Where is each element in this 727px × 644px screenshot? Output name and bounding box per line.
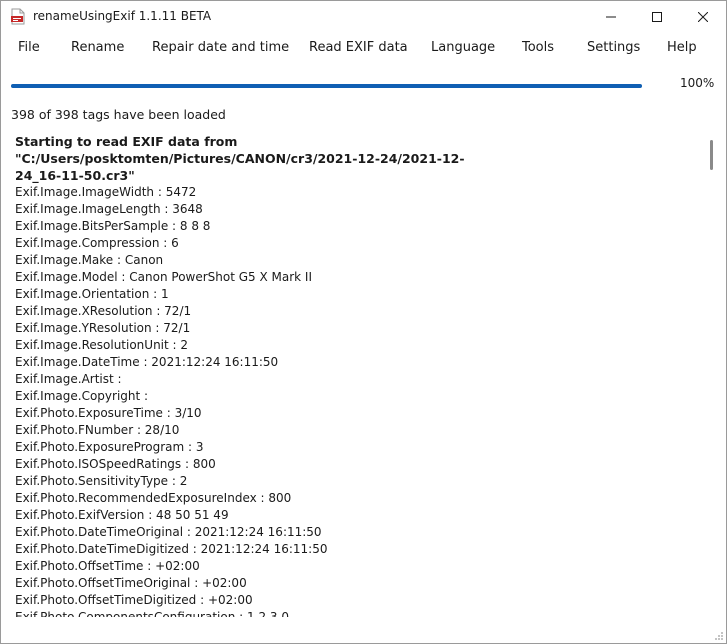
log-line: Exif.Photo.ExifVersion : 48 50 51 49 [15, 508, 229, 522]
menu-bar: File Rename Repair date and time Read EX… [1, 37, 726, 61]
menu-tools[interactable]: Tools [522, 40, 554, 55]
exif-log-area[interactable]: Starting to read EXIF data from "C:/User… [11, 127, 717, 617]
log-line: Exif.Photo.SensitivityType : 2 [15, 474, 188, 488]
log-line: Exif.Photo.ExposureProgram : 3 [15, 440, 204, 454]
log-line: Exif.Image.Make : Canon [15, 253, 164, 267]
log-line: Exif.Image.XResolution : 72/1 [15, 304, 192, 318]
status-text: 398 of 398 tags have been loaded [11, 107, 226, 122]
log-line: Exif.Photo.ExposureTime : 3/10 [15, 406, 202, 420]
menu-language[interactable]: Language [431, 40, 495, 55]
log-line: Exif.Image.Orientation : 1 [15, 287, 169, 301]
log-line: Exif.Image.BitsPerSample : 8 8 8 [15, 219, 211, 233]
log-line: Exif.Photo.FNumber : 28/10 [15, 423, 180, 437]
title-bar[interactable]: renameUsingExif 1.1.11 BETA [1, 1, 726, 33]
minimize-button[interactable] [588, 1, 634, 33]
exif-log-content: Starting to read EXIF data from "C:/User… [15, 133, 705, 617]
log-line: Exif.Image.ResolutionUnit : 2 [15, 338, 189, 352]
log-line: Exif.Image.DateTime : 2021:12:24 16:11:5… [15, 355, 279, 369]
log-line: Exif.Photo.OffsetTimeOriginal : +02:00 [15, 576, 247, 590]
log-line: Exif.Photo.RecommendedExposureIndex : 80… [15, 491, 292, 505]
progress-percent: 100% [680, 76, 715, 90]
log-line: Exif.Image.Artist : [15, 372, 122, 386]
resize-grip-icon[interactable] [714, 631, 724, 641]
log-line: Exif.Image.Model : Canon PowerShot G5 X … [15, 270, 313, 284]
log-line: Exif.Image.Copyright : [15, 389, 149, 403]
log-line: Exif.Photo.OffsetTime : +02:00 [15, 559, 200, 573]
log-line: Exif.Image.ImageWidth : 5472 [15, 185, 197, 199]
progress-bar [11, 84, 642, 88]
menu-rename[interactable]: Rename [71, 40, 124, 55]
menu-settings[interactable]: Settings [587, 40, 640, 55]
log-line: Exif.Image.ImageLength : 3648 [15, 202, 203, 216]
menu-file[interactable]: File [18, 40, 40, 55]
log-line: Exif.Photo.ComponentsConfiguration : 1 2… [15, 610, 289, 617]
log-line: Exif.Image.YResolution : 72/1 [15, 321, 191, 335]
log-line: Exif.Photo.DateTimeDigitized : 2021:12:2… [15, 542, 328, 556]
maximize-icon [652, 12, 662, 22]
log-header: Starting to read EXIF data from "C:/User… [15, 134, 465, 183]
progress-fill [11, 84, 642, 88]
log-line: Exif.Image.Compression : 6 [15, 236, 179, 250]
close-icon [698, 12, 708, 22]
log-line: Exif.Photo.ISOSpeedRatings : 800 [15, 457, 216, 471]
log-line: Exif.Photo.OffsetTimeDigitized : +02:00 [15, 593, 253, 607]
app-icon [11, 8, 25, 25]
log-line: Exif.Photo.DateTimeOriginal : 2021:12:24… [15, 525, 322, 539]
window-title: renameUsingExif 1.1.11 BETA [33, 9, 212, 23]
maximize-button[interactable] [634, 1, 680, 33]
menu-read-exif[interactable]: Read EXIF data [309, 40, 408, 55]
minimize-icon [606, 16, 616, 18]
menu-help[interactable]: Help [667, 40, 697, 55]
close-button[interactable] [680, 1, 726, 33]
menu-repair-date-time[interactable]: Repair date and time [152, 40, 289, 55]
app-window: renameUsingExif 1.1.11 BETA File Rename … [0, 0, 727, 644]
vertical-scrollbar-thumb[interactable] [710, 140, 713, 170]
